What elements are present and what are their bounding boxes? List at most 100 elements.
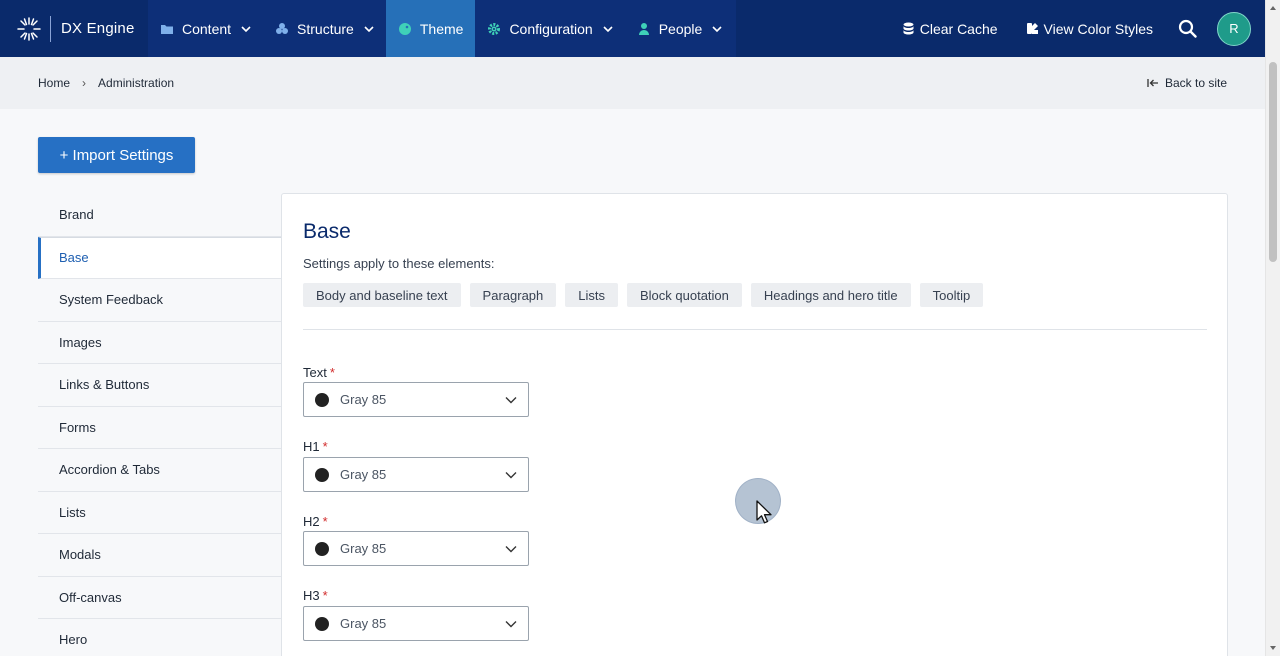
sidebar-item-modals[interactable]: Modals bbox=[38, 534, 282, 577]
import-settings-button[interactable]: + Import Settings bbox=[38, 137, 195, 173]
nav-item-label: Structure bbox=[297, 20, 354, 37]
chip-tooltip: Tooltip bbox=[919, 283, 984, 307]
element-chips: Body and baseline text Paragraph Lists B… bbox=[303, 283, 992, 307]
scroll-down-icon[interactable] bbox=[1269, 644, 1277, 652]
main-menu: Content Structure Theme Configuration Pe… bbox=[148, 0, 737, 57]
sidebar-item-off-canvas[interactable]: Off-canvas bbox=[38, 577, 282, 619]
chip-lists: Lists bbox=[565, 283, 618, 307]
brand-name: DX Engine bbox=[61, 20, 135, 37]
h3-color-select[interactable]: Gray 85 bbox=[303, 606, 529, 641]
nav-item-structure[interactable]: Structure bbox=[263, 0, 386, 57]
chip-paragraph: Paragraph bbox=[469, 283, 557, 307]
chevron-down-icon bbox=[712, 25, 722, 32]
sidebar-item-label: Off-canvas bbox=[59, 589, 122, 605]
back-arrow-icon bbox=[1147, 79, 1158, 87]
color-swatch bbox=[315, 392, 329, 407]
h3-color-label: H3 * bbox=[303, 588, 328, 603]
chevron-down-icon bbox=[505, 545, 517, 552]
field-label-text: H2 bbox=[303, 514, 320, 529]
chevron-down-icon bbox=[505, 620, 517, 627]
scroll-up-icon[interactable] bbox=[1269, 4, 1277, 12]
nav-spacer bbox=[736, 0, 888, 57]
text-color-select[interactable]: Gray 85 bbox=[303, 382, 529, 417]
clear-cache-button[interactable]: Clear Cache bbox=[888, 21, 1012, 37]
nav-item-label: People bbox=[658, 20, 703, 37]
required-marker: * bbox=[322, 514, 328, 529]
nav-item-theme[interactable]: Theme bbox=[385, 0, 476, 57]
panel-divider bbox=[303, 329, 1207, 330]
sidebar-item-label: Accordion & Tabs bbox=[59, 462, 160, 478]
gear-icon bbox=[488, 22, 501, 35]
back-to-site-label: Back to site bbox=[1164, 76, 1227, 90]
nav-item-content[interactable]: Content bbox=[148, 0, 263, 57]
required-marker: * bbox=[322, 439, 328, 454]
nav-item-people[interactable]: People bbox=[625, 0, 737, 57]
swatch-book-icon bbox=[1026, 23, 1038, 34]
breadcrumb-bar: Home › Administration Back to site bbox=[0, 57, 1265, 109]
sidebar-item-base[interactable]: Base bbox=[38, 236, 282, 279]
page-scrollbar[interactable] bbox=[1265, 0, 1280, 656]
color-swatch bbox=[315, 616, 329, 631]
sidebar-item-accordion-tabs[interactable]: Accordion & Tabs bbox=[38, 449, 282, 492]
sidebar-item-hero[interactable]: Hero bbox=[38, 619, 282, 656]
h2-color-select[interactable]: Gray 85 bbox=[303, 531, 529, 566]
select-value: Gray 85 bbox=[340, 616, 387, 631]
sidebar-item-lists[interactable]: Lists bbox=[38, 492, 282, 534]
search-button[interactable] bbox=[1167, 19, 1207, 38]
breadcrumb-home[interactable]: Home bbox=[38, 76, 70, 90]
chip-block-quotation: Block quotation bbox=[627, 283, 742, 307]
sidebar-item-label: Lists bbox=[59, 504, 86, 520]
field-label-text: H1 bbox=[303, 439, 320, 454]
back-to-site-link[interactable]: Back to site bbox=[1147, 76, 1227, 90]
required-marker: * bbox=[322, 588, 328, 603]
brand-divider bbox=[50, 15, 51, 42]
required-marker: * bbox=[329, 365, 335, 380]
sidebar-item-brand[interactable]: Brand bbox=[38, 194, 282, 237]
sidebar-item-images[interactable]: Images bbox=[38, 322, 282, 364]
settings-sidebar: Brand Base System Feedback Images Links … bbox=[38, 194, 282, 656]
h2-color-label: H2 * bbox=[303, 514, 328, 529]
select-value: Gray 85 bbox=[340, 541, 387, 556]
view-color-styles-label: View Color Styles bbox=[1043, 20, 1153, 37]
chevron-down-icon bbox=[505, 396, 517, 403]
h1-color-label: H1 * bbox=[303, 439, 328, 454]
chevron-down-icon bbox=[603, 25, 613, 32]
nav-item-label: Configuration bbox=[509, 20, 593, 37]
select-value: Gray 85 bbox=[340, 392, 387, 407]
sidebar-item-label: Base bbox=[59, 250, 89, 266]
h1-color-select[interactable]: Gray 85 bbox=[303, 457, 529, 492]
sidebar-item-links-buttons[interactable]: Links & Buttons bbox=[38, 364, 282, 407]
user-avatar[interactable]: R bbox=[1217, 11, 1251, 46]
person-icon bbox=[638, 22, 649, 35]
palette-icon bbox=[398, 22, 411, 35]
scroll-thumb[interactable] bbox=[1269, 62, 1277, 262]
sidebar-item-label: System Feedback bbox=[59, 292, 164, 308]
sidebar-item-label: Images bbox=[59, 334, 102, 350]
sidebar-item-label: Links & Buttons bbox=[59, 377, 150, 393]
panel-title: Base bbox=[303, 220, 351, 243]
nav-actions: Clear Cache View Color Styles R bbox=[887, 0, 1265, 57]
sitemap-icon bbox=[276, 22, 289, 34]
top-nav: DX Engine Content Structure Theme Config… bbox=[0, 0, 1265, 57]
view-color-styles-button[interactable]: View Color Styles bbox=[1012, 21, 1167, 37]
select-value: Gray 85 bbox=[340, 467, 387, 482]
sidebar-item-label: Brand bbox=[59, 207, 94, 223]
sidebar-item-label: Hero bbox=[59, 632, 88, 648]
chip-headings-hero-title: Headings and hero title bbox=[750, 283, 911, 307]
sidebar-item-label: Forms bbox=[59, 419, 96, 435]
brand[interactable]: DX Engine bbox=[0, 0, 148, 57]
mouse-pointer-icon bbox=[756, 500, 772, 524]
nav-item-label: Content bbox=[182, 20, 232, 37]
brand-logo-icon bbox=[17, 16, 41, 41]
sidebar-item-forms[interactable]: Forms bbox=[38, 407, 282, 449]
nav-item-label: Theme bbox=[419, 20, 464, 37]
folder-icon bbox=[161, 24, 173, 34]
text-color-label: Text * bbox=[303, 365, 335, 380]
field-label-text: Text bbox=[303, 365, 327, 380]
chip-body-baseline-text: Body and baseline text bbox=[303, 283, 461, 307]
sidebar-item-system-feedback[interactable]: System Feedback bbox=[38, 279, 282, 322]
color-swatch bbox=[315, 467, 329, 482]
nav-item-configuration[interactable]: Configuration bbox=[475, 0, 624, 57]
sidebar-item-label: Modals bbox=[59, 547, 101, 563]
chevron-down-icon bbox=[364, 25, 374, 32]
